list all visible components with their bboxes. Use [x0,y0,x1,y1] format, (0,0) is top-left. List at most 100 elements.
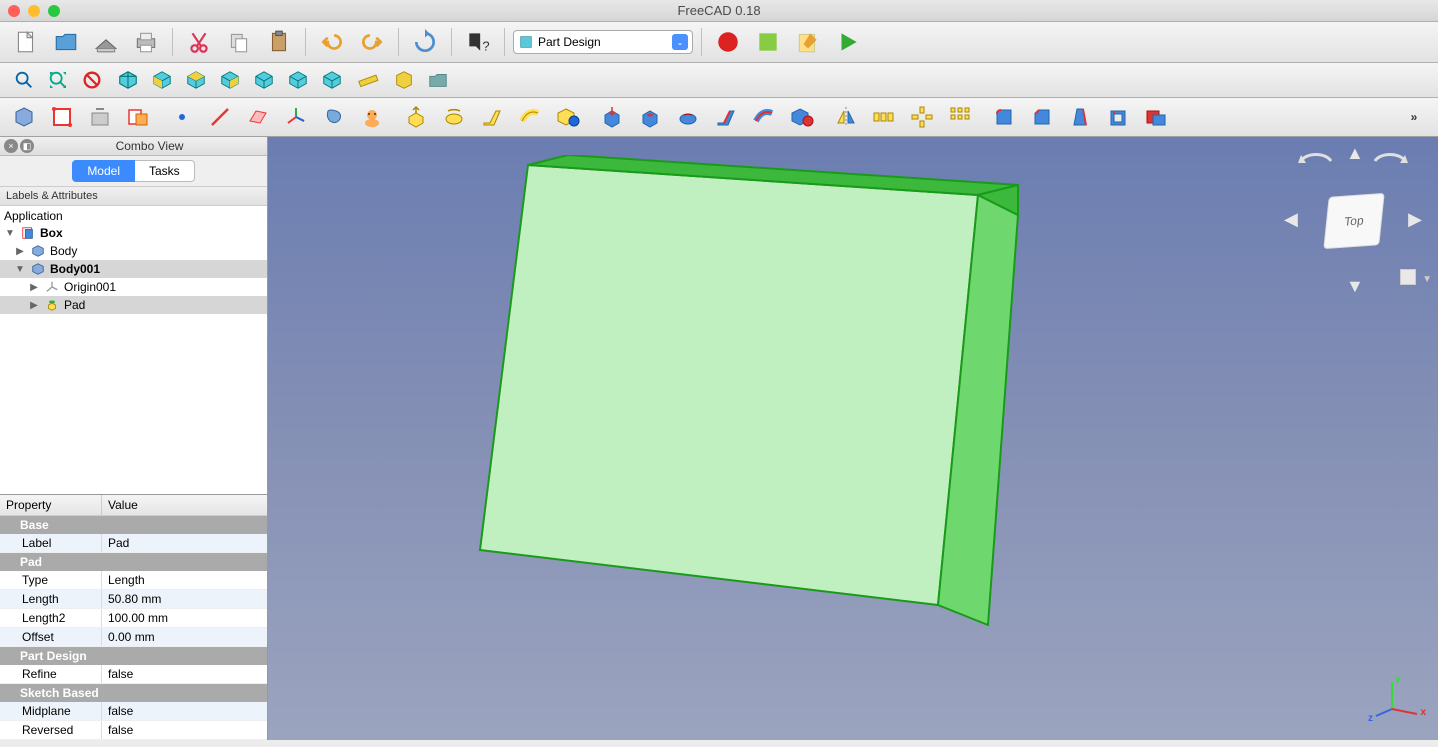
fillet-button[interactable] [988,102,1020,132]
create-body-button[interactable] [8,102,40,132]
left-view-button[interactable] [316,65,348,95]
subtractive-loft-button[interactable] [710,102,742,132]
prop-refine[interactable]: Refinefalse [0,665,267,684]
redo-button[interactable] [354,26,390,58]
edit-sketch-button[interactable] [84,102,116,132]
copy-button[interactable] [221,26,257,58]
isometric-view-button[interactable] [112,65,144,95]
fit-all-button[interactable] [8,65,40,95]
panel-float-button[interactable]: ◧ [20,139,34,153]
additive-pipe-button[interactable] [514,102,546,132]
minimize-window-button[interactable] [28,5,40,17]
prop-label[interactable]: LabelPad [0,534,267,553]
tree-body001[interactable]: ▼ Body001 [0,260,267,278]
measure-button[interactable] [352,65,384,95]
nav-down-arrow[interactable]: ▼ [1346,276,1364,297]
expand-icon[interactable]: ▶ [28,282,40,293]
navcube-face[interactable]: Top [1323,193,1384,249]
datum-point-button[interactable] [166,102,198,132]
refresh-button[interactable] [407,26,443,58]
part-button[interactable] [388,65,420,95]
linear-pattern-button[interactable] [868,102,900,132]
maximize-window-button[interactable] [48,5,60,17]
tree-pad[interactable]: ▶ Pad [0,296,267,314]
axes-indicator: y x z [1372,674,1422,724]
paste-button[interactable] [261,26,297,58]
expand-icon[interactable]: ▶ [14,246,26,257]
save-button[interactable] [88,26,124,58]
expand-icon[interactable]: ▼ [4,228,16,239]
pocket-button[interactable] [596,102,628,132]
tab-model[interactable]: Model [72,160,135,182]
rotate-ccw-icon[interactable] [1296,149,1336,173]
navcube-menu-icon[interactable]: ▼ [1422,274,1432,285]
revolution-button[interactable] [438,102,470,132]
subtractive-pipe-button[interactable] [748,102,780,132]
nav-up-arrow[interactable]: ▲ [1346,143,1364,164]
boolean-button[interactable] [1140,102,1172,132]
map-sketch-button[interactable] [122,102,154,132]
additive-loft-button[interactable] [476,102,508,132]
open-file-button[interactable] [48,26,84,58]
rotate-cw-icon[interactable] [1370,149,1410,173]
panel-close-button[interactable]: × [4,139,18,153]
right-view-button[interactable] [214,65,246,95]
subtractive-primitive-button[interactable] [786,102,818,132]
group-button[interactable] [422,65,454,95]
navigation-cube[interactable]: ▲ ▼ ◀ ▶ Top ▼ [1278,147,1428,297]
create-sketch-button[interactable] [46,102,78,132]
datum-cs-button[interactable] [280,102,312,132]
tree-document[interactable]: ▼ Box [0,224,267,242]
macro-edit-button[interactable] [790,26,826,58]
3d-viewport[interactable]: ▲ ▼ ◀ ▶ Top ▼ y x z [268,137,1438,740]
prop-midplane[interactable]: Midplanefalse [0,702,267,721]
workbench-selector[interactable]: Part Design ⌄ [513,30,693,54]
multitransform-button[interactable] [944,102,976,132]
pad-button[interactable] [400,102,432,132]
groove-button[interactable] [672,102,704,132]
chamfer-button[interactable] [1026,102,1058,132]
thickness-button[interactable] [1102,102,1134,132]
model-tree[interactable]: Application ▼ Box ▶ Body ▼ Body001 ▶ Ori… [0,206,267,494]
polar-pattern-button[interactable] [906,102,938,132]
top-view-button[interactable] [180,65,212,95]
nav-right-arrow[interactable]: ▶ [1408,209,1422,230]
close-window-button[interactable] [8,5,20,17]
clone-button[interactable] [356,102,388,132]
macro-record-button[interactable] [710,26,746,58]
datum-line-button[interactable] [204,102,236,132]
shapebinder-button[interactable] [318,102,350,132]
navcube-mini[interactable] [1400,269,1416,285]
toolbar-expand-button[interactable]: » [1398,102,1430,132]
draw-style-button[interactable] [76,65,108,95]
rear-view-button[interactable] [248,65,280,95]
front-view-button[interactable] [146,65,178,95]
tree-origin[interactable]: ▶ Origin001 [0,278,267,296]
macro-play-button[interactable] [830,26,866,58]
prop-offset[interactable]: Offset0.00 mm [0,628,267,647]
model-geometry[interactable] [478,155,1038,675]
bottom-view-button[interactable] [282,65,314,95]
tree-body[interactable]: ▶ Body [0,242,267,260]
hole-button[interactable] [634,102,666,132]
prop-type[interactable]: TypeLength [0,571,267,590]
fit-selection-button[interactable] [42,65,74,95]
nav-left-arrow[interactable]: ◀ [1284,209,1298,230]
new-file-button[interactable] [8,26,44,58]
mirror-button[interactable] [830,102,862,132]
print-button[interactable] [128,26,164,58]
prop-length2[interactable]: Length2100.00 mm [0,609,267,628]
tree-root[interactable]: Application [0,208,267,224]
draft-button[interactable] [1064,102,1096,132]
cut-button[interactable] [181,26,217,58]
expand-icon[interactable]: ▼ [14,264,26,275]
additive-primitive-button[interactable] [552,102,584,132]
datum-plane-button[interactable] [242,102,274,132]
expand-icon[interactable]: ▶ [28,300,40,311]
tab-tasks[interactable]: Tasks [135,160,195,182]
undo-button[interactable] [314,26,350,58]
macro-stop-button[interactable] [750,26,786,58]
prop-length[interactable]: Length50.80 mm [0,590,267,609]
prop-reversed[interactable]: Reversedfalse [0,721,267,740]
whats-this-button[interactable]: ? [460,26,496,58]
